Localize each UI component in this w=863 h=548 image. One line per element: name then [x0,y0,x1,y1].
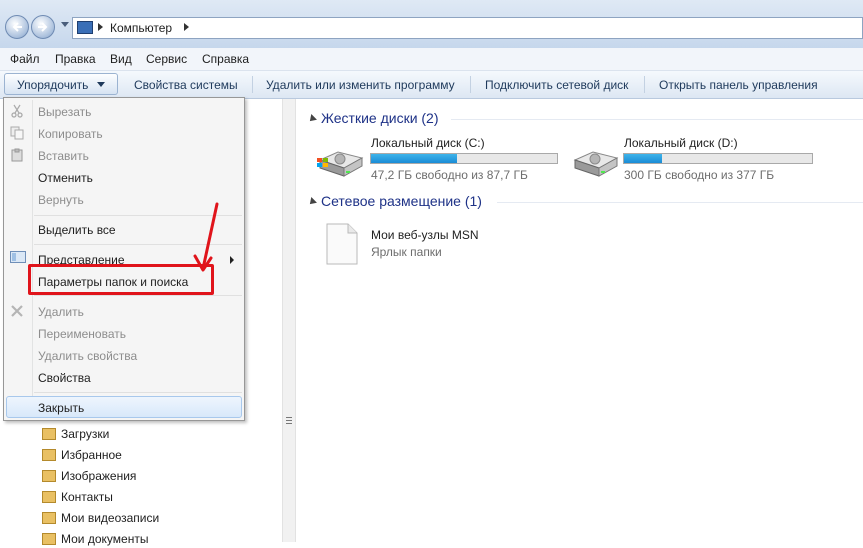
menu-help[interactable]: Справка [202,52,249,66]
breadcrumb-computer[interactable]: Компьютер [110,21,172,35]
splitter-grip [286,420,292,421]
copy-icon [10,126,24,140]
menu-item-cut[interactable]: Вырезать [38,105,91,119]
downloads-folder-icon [42,428,56,440]
toolbar-divider [252,76,253,93]
delete-icon [11,305,23,317]
msn-shortcut-name[interactable]: Мои веб-узлы MSN [371,228,478,242]
drive-c-usage-bar [370,153,558,164]
nav-item-label: Загрузки [61,427,110,441]
breadcrumb-chevron-icon[interactable] [98,23,103,31]
menu-item-remove-properties[interactable]: Удалить свойства [38,349,137,363]
menu-item-delete[interactable]: Удалить [38,305,84,319]
collapse-group-icon[interactable] [307,197,317,207]
drive-c-name[interactable]: Локальный диск (C:) [371,136,485,150]
address-bar: Компьютер [0,0,863,48]
menu-view[interactable]: Вид [110,52,132,66]
nav-item-label: Изображения [61,469,137,483]
menu-item-redo[interactable]: Вернуть [38,193,84,207]
computer-icon [77,21,93,34]
menu-item-close[interactable]: Закрыть [38,401,84,415]
system-properties-button[interactable]: Свойства системы [134,78,238,92]
drive-d-free-space: 300 ГБ свободно из 377 ГБ [624,168,775,182]
paste-icon [11,148,23,162]
menu-item-undo[interactable]: Отменить [38,171,93,185]
forward-button[interactable] [31,15,55,39]
submenu-arrow-icon [230,256,234,264]
drive-c-free-space: 47,2 ГБ свободно из 87,7 ГБ [371,168,528,182]
uninstall-program-button[interactable]: Удалить или изменить программу [266,78,455,92]
group-header-hard-drives[interactable]: Жесткие диски (2) [321,110,439,126]
dropdown-caret-icon [97,82,105,87]
back-arrow-icon [12,22,22,32]
annotation-highlight-box [28,264,214,295]
address-field[interactable]: Компьютер [72,17,863,39]
splitter-grip [286,417,292,418]
nav-item-label: Избранное [61,448,122,462]
pane-splitter[interactable] [282,99,296,542]
drive-d-usage-bar [623,153,813,164]
drive-c-usage-fill [371,154,457,163]
open-control-panel-button[interactable]: Открыть панель управления [659,78,818,92]
layout-icon [10,251,26,263]
menu-separator [34,295,242,296]
nav-item-label: Мои видеозаписи [61,511,160,525]
organize-button[interactable]: Упорядочить [4,73,118,95]
menu-file[interactable]: Файл [10,52,40,66]
menu-item-properties[interactable]: Свойства [38,371,91,385]
forward-arrow-icon [38,22,48,32]
breadcrumb-chevron-icon[interactable] [184,23,189,31]
group-divider [497,202,863,203]
collapse-group-icon[interactable] [307,114,317,124]
nav-item-label: Контакты [61,490,113,504]
menu-tools[interactable]: Сервис [146,52,187,66]
scissors-icon [11,104,23,118]
menu-item-rename[interactable]: Переименовать [38,327,126,341]
group-header-network[interactable]: Сетевое размещение (1) [321,193,482,209]
organize-label: Упорядочить [17,78,89,92]
command-bar: Упорядочить Свойства системы Удалить или… [0,71,863,99]
back-button[interactable] [5,15,29,39]
splitter-grip [286,423,292,424]
menu-item-paste[interactable]: Вставить [38,149,89,163]
menu-item-select-all[interactable]: Выделить все [38,223,116,237]
folder-shortcut-icon[interactable] [326,223,358,265]
nav-item-label: Мои документы [61,532,149,546]
menu-bar: Файл Правка Вид Сервис Справка [0,48,863,71]
map-network-drive-button[interactable]: Подключить сетевой диск [485,78,628,92]
documents-folder-icon [42,533,56,545]
drive-d-name[interactable]: Локальный диск (D:) [624,136,738,150]
drive-icon[interactable] [571,146,619,178]
favorites-folder-icon [42,449,56,461]
pictures-folder-icon [42,470,56,482]
menu-icon-gutter [32,100,33,418]
menu-item-copy[interactable]: Копировать [38,127,103,141]
msn-shortcut-type: Ярлык папки [371,245,442,259]
toolbar-divider [470,76,471,93]
menu-separator [34,392,242,393]
toolbar-divider [644,76,645,93]
drive-d-usage-fill [624,154,662,163]
recent-pages-dropdown[interactable] [61,22,69,27]
group-divider [451,119,863,120]
windows-drive-icon[interactable] [316,146,364,178]
menu-edit[interactable]: Правка [55,52,96,66]
contacts-folder-icon [42,491,56,503]
videos-folder-icon [42,512,56,524]
